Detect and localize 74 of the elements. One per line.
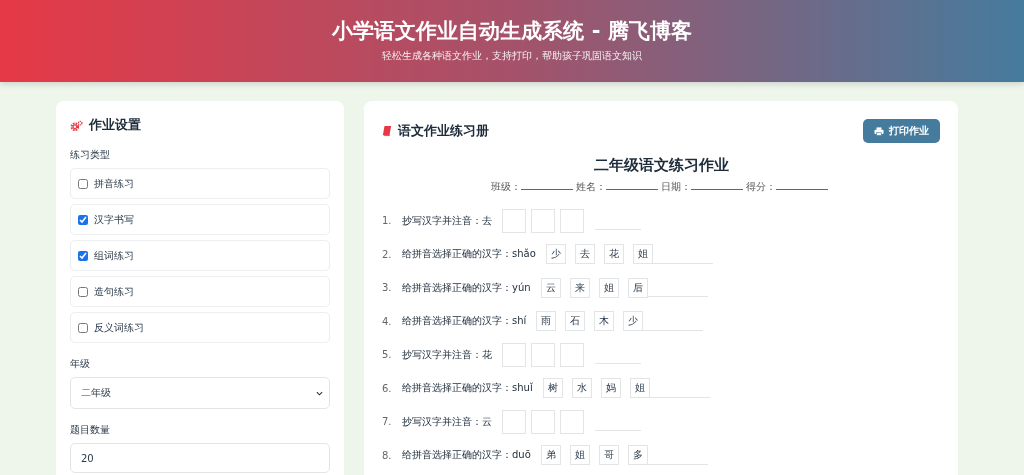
writing-box[interactable] — [502, 409, 526, 434]
writing-box[interactable] — [502, 208, 526, 233]
question-text: 抄写汉字并注音：去 — [402, 213, 492, 228]
page-subtitle: 轻松生成各种语文作业，支持打印，帮助孩子巩固语文知识 — [381, 49, 643, 62]
question-text: 给拼音选择正确的汉字：shuǐ — [402, 381, 533, 396]
printer-icon — [874, 126, 884, 136]
exercise-type-option[interactable]: 汉字书写 — [70, 204, 330, 235]
grade-label: 年级 — [70, 357, 91, 371]
character-option: 姐 — [629, 378, 650, 399]
question-text: 给拼音选择正确的汉字：shǎo — [402, 247, 536, 262]
chevron-down-icon — [316, 390, 323, 396]
exercise-type-option[interactable]: 反义词练习 — [70, 312, 330, 343]
question-text: 给拼音选择正确的汉字：yún — [402, 280, 531, 295]
workbook-title: 语文作业练习册 — [398, 122, 489, 140]
writing-box[interactable] — [502, 342, 526, 367]
grade-select[interactable]: 二年级 — [70, 377, 330, 409]
character-option: 姐 — [632, 244, 653, 265]
sheet-title: 二年级语文练习作业 — [592, 155, 730, 175]
character-option: 姐 — [569, 445, 590, 466]
character-option: 石 — [565, 311, 586, 332]
character-option: 姐 — [598, 277, 619, 298]
character-option: 云 — [540, 277, 561, 298]
character-option: 妈 — [600, 378, 621, 399]
checkbox[interactable] — [78, 250, 88, 261]
character-option: 少 — [623, 311, 644, 332]
character-option: 木 — [594, 311, 615, 332]
question-number: 5. — [382, 349, 393, 361]
gears-icon — [70, 119, 83, 132]
question-number: 7. — [382, 416, 393, 428]
question-number: 2. — [382, 248, 393, 260]
checkbox[interactable] — [78, 322, 88, 333]
character-option: 多 — [627, 445, 648, 466]
character-option: 去 — [574, 244, 595, 265]
question-text: 抄写汉字并注音：花 — [402, 347, 492, 362]
book-icon — [382, 125, 392, 137]
print-button[interactable]: 打印作业 — [863, 119, 940, 143]
question-text: 给拼音选择正确的汉字：shí — [402, 314, 527, 329]
character-option: 弟 — [540, 445, 561, 466]
character-option: 哥 — [598, 445, 619, 466]
writing-box[interactable] — [531, 342, 555, 367]
checkbox[interactable] — [78, 178, 88, 189]
checkbox[interactable] — [78, 214, 88, 225]
field-label: 姓名： — [576, 180, 606, 194]
question-number: 6. — [382, 382, 393, 394]
field-label: 班级： — [491, 180, 521, 194]
question-number: 1. — [382, 215, 393, 227]
writing-box[interactable] — [560, 409, 584, 434]
writing-box[interactable] — [560, 342, 584, 367]
question-number: 4. — [382, 315, 393, 327]
character-option: 树 — [542, 378, 563, 399]
writing-box[interactable] — [560, 208, 584, 233]
question-number: 8. — [382, 449, 393, 461]
page-title: 小学语文作业自动生成系统 - 腾飞博客 — [331, 18, 693, 45]
character-option: 少 — [545, 244, 566, 265]
exercise-type-option[interactable]: 组词练习 — [70, 240, 330, 271]
writing-box[interactable] — [531, 208, 555, 233]
question-number: 3. — [382, 282, 393, 294]
field-label: 得分： — [746, 180, 776, 194]
types-label: 练习类型 — [70, 148, 111, 162]
question-text: 给拼音选择正确的汉字：duō — [402, 448, 531, 463]
character-option: 后 — [627, 277, 648, 298]
question-count-field[interactable]: 20 — [70, 443, 330, 473]
question-text: 抄写汉字并注音：云 — [402, 414, 492, 429]
character-option: 花 — [603, 244, 624, 265]
writing-box[interactable] — [531, 409, 555, 434]
character-option: 雨 — [536, 311, 557, 332]
checkbox[interactable] — [78, 286, 88, 297]
character-option: 来 — [569, 277, 590, 298]
field-label: 日期： — [661, 180, 691, 194]
exercise-type-option[interactable]: 造句练习 — [70, 276, 330, 307]
character-option: 水 — [571, 378, 592, 399]
settings-title: 作业设置 — [89, 117, 141, 134]
exercise-type-option[interactable]: 拼音练习 — [70, 168, 330, 199]
count-label: 题目数量 — [70, 423, 111, 437]
